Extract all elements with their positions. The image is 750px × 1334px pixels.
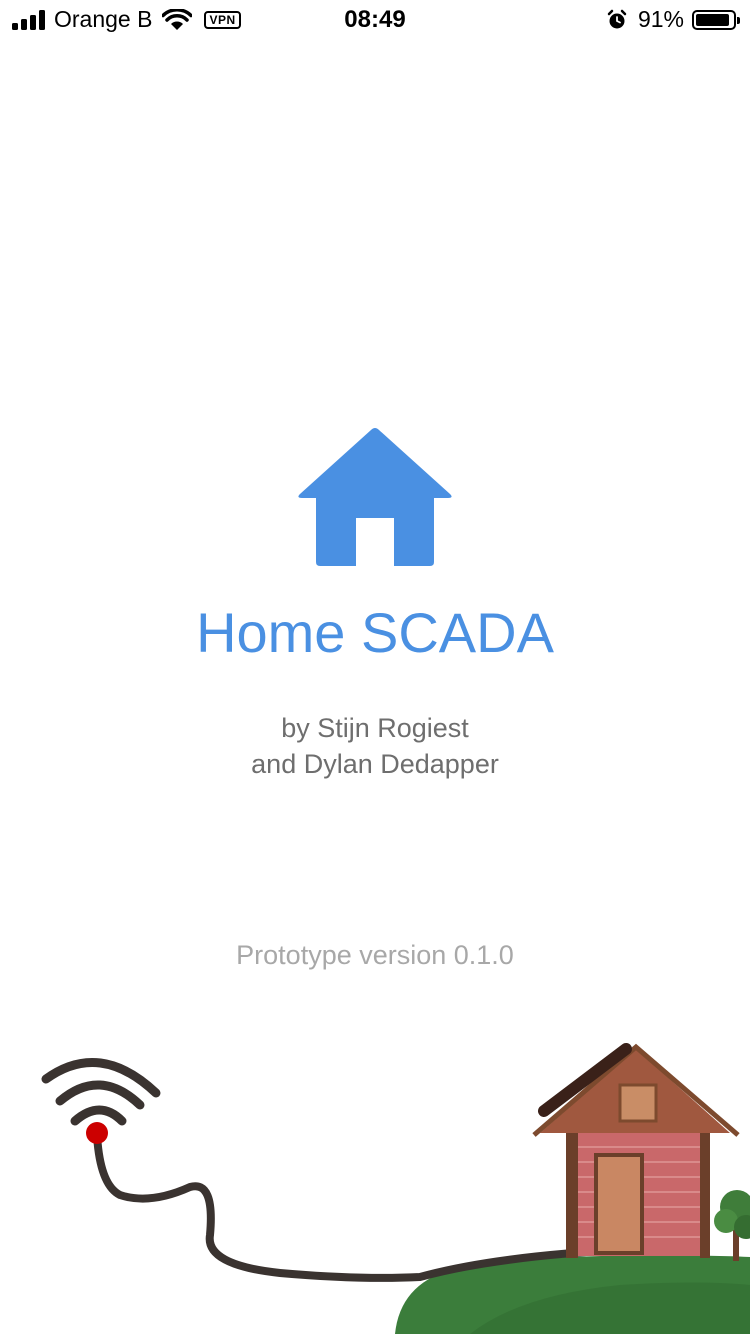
tree [714, 1190, 750, 1261]
cable [93, 1131, 644, 1282]
authors-line-1: by Stijn Rogiest [281, 713, 469, 743]
house-icon [298, 428, 452, 566]
status-right: 91% [606, 6, 740, 33]
authors: by Stijn Rogiest and Dylan Dedapper [0, 710, 750, 782]
alarm-icon [607, 9, 627, 28]
app-title: Home SCADA [196, 601, 554, 664]
wifi-signal-icon [41, 1057, 161, 1144]
status-bar: Orange B VPN 08:49 91% [0, 0, 750, 40]
battery-fill [696, 13, 729, 26]
battery-percent: 91% [637, 6, 684, 32]
battery-icon [692, 9, 740, 30]
led-dot [86, 1122, 108, 1144]
authors-line-2: and Dylan Dedapper [251, 749, 499, 779]
version-label: Prototype version 0.1.0 [236, 940, 514, 970]
footer-illustration [41, 1043, 750, 1334]
house-drawing [532, 1043, 740, 1258]
